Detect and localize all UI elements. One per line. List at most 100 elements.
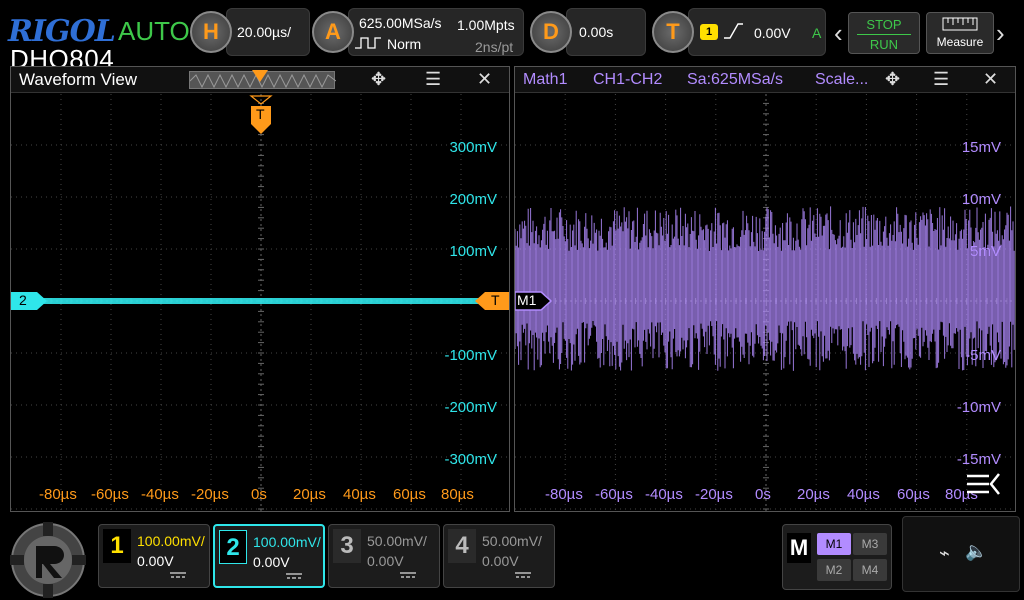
math-view-header: Math1 CH1-CH2 Sa:625MSa/s Scale... ✥ ☰ ✕ xyxy=(515,67,1015,93)
x-label: 20µs xyxy=(797,486,830,503)
acquire-key[interactable]: A xyxy=(312,11,354,53)
delay-pill[interactable]: 0.00s xyxy=(566,8,646,56)
math-title: Math1 xyxy=(523,71,568,88)
stop-run-button[interactable]: STOP RUN xyxy=(848,12,920,54)
y-label-neg200mv: -200mV xyxy=(444,399,497,416)
x-label: -60µs xyxy=(91,486,129,503)
channel-2-box[interactable]: 2 100.00mV/0.00V xyxy=(213,524,325,588)
math-scale-label[interactable]: Scale... xyxy=(815,71,868,89)
acquire-pill[interactable]: 625.00MSa/s 1.00Mpts Norm 2ns/pt xyxy=(348,8,524,56)
y-label-neg300mv: -300mV xyxy=(444,451,497,468)
m1-marker-label: M1 xyxy=(517,292,537,308)
delay-value: 0.00s xyxy=(579,24,614,40)
m2-button[interactable]: M2 xyxy=(817,559,851,581)
bottom-toolbar: 1 100.00mV/0.00V 2 100.00mV/0.00V 3 50.00mV/0… xyxy=(0,516,1024,600)
waveform-grid xyxy=(11,94,509,512)
dc-coupling-icon xyxy=(400,572,416,578)
auto-button[interactable]: AUTO xyxy=(118,16,190,47)
math-operation: CH1-CH2 xyxy=(593,71,663,88)
x-label: -80µs xyxy=(545,486,583,503)
y-label-5mv: 5mV xyxy=(970,243,1001,260)
measure-label: Measure xyxy=(936,35,984,49)
x-label: -40µs xyxy=(645,486,683,503)
trigger-position-icon[interactable] xyxy=(251,69,269,83)
y-label-200mv: 200mV xyxy=(449,191,497,208)
math-plot[interactable]: M1 15mV 10mV 5mV -5mV -10mV -15mV -80µs … xyxy=(515,94,1015,512)
channel-4-box[interactable]: 4 50.00mV/0.00V xyxy=(443,524,555,588)
sample-rate: 625.00MSa/s xyxy=(359,15,442,31)
channel-number: 1 xyxy=(103,529,131,563)
trigger-coupling: A xyxy=(812,25,822,41)
gear-logo-icon[interactable] xyxy=(6,520,90,600)
dc-coupling-icon xyxy=(170,572,186,578)
pulse-icon xyxy=(355,37,381,49)
measure-button[interactable]: Measure xyxy=(926,12,994,54)
y-label-neg5mv: -5mV xyxy=(965,347,1001,364)
close-icon[interactable]: ✕ xyxy=(983,69,998,90)
y-label-neg15mv: -15mV xyxy=(956,451,1001,468)
horizontal-key[interactable]: H xyxy=(190,11,232,53)
x-label: 0s xyxy=(755,486,771,503)
waveform-view-pane: Waveform View ✥ ☰ ✕ T 2 T 300mV 200mV 10… xyxy=(10,66,510,512)
x-label: 60µs xyxy=(393,486,426,503)
trigger-level: 0.00V xyxy=(754,25,791,41)
waveform-view-header: Waveform View ✥ ☰ ✕ xyxy=(11,67,509,93)
x-label: -80µs xyxy=(39,486,77,503)
x-label: -20µs xyxy=(695,486,733,503)
x-label: 0s xyxy=(251,486,267,503)
resolution: 2ns/pt xyxy=(475,39,514,55)
math-panel[interactable]: M M1 M3 M2 M4 xyxy=(782,524,892,590)
x-label: -40µs xyxy=(141,486,179,503)
dc-coupling-icon xyxy=(515,572,531,578)
math-waveform xyxy=(515,206,1015,371)
channel-scale: 100.00mV/ xyxy=(253,534,321,550)
trigger-marker-label: T xyxy=(256,106,265,122)
drag-pointer-icon[interactable]: ✥ xyxy=(371,69,386,90)
math-view-pane: Math1 CH1-CH2 Sa:625MSa/s Scale... ✥ ☰ ✕… xyxy=(514,66,1016,512)
y-label-100mv: 100mV xyxy=(449,243,497,260)
x-label: 60µs xyxy=(897,486,930,503)
status-area: ⌁ 🔈 xyxy=(902,516,1020,592)
x-label: 80µs xyxy=(441,486,474,503)
chevron-right-icon[interactable]: › xyxy=(996,18,1005,49)
y-label-300mv: 300mV xyxy=(449,139,497,156)
m3-button[interactable]: M3 xyxy=(853,533,887,555)
trigger-mode: Norm xyxy=(387,36,422,52)
y-label-neg10mv: -10mV xyxy=(956,399,1001,416)
m4-button[interactable]: M4 xyxy=(853,559,887,581)
y-label-neg100mv: -100mV xyxy=(444,347,497,364)
channel-1-box[interactable]: 1 100.00mV/0.00V xyxy=(98,524,210,588)
channel-scale: 50.00mV/ xyxy=(367,533,427,549)
waveform-plot[interactable]: T 2 T 300mV 200mV 100mV -100mV -200mV -3… xyxy=(11,94,509,512)
menu-icon[interactable]: ☰ xyxy=(425,69,441,90)
ruler-icon xyxy=(942,17,978,31)
horizontal-pill[interactable]: 20.00µs/ xyxy=(226,8,310,56)
delay-key[interactable]: D xyxy=(530,11,572,53)
stop-label: STOP xyxy=(866,17,902,32)
close-icon[interactable]: ✕ xyxy=(477,69,492,90)
trigger-key[interactable]: T xyxy=(652,11,694,53)
channel-number: 2 xyxy=(219,530,247,564)
speaker-mute-icon[interactable]: 🔈 xyxy=(965,541,987,562)
trigger-level-label: T xyxy=(491,292,500,308)
math-sample-rate: Sa:625MSa/s xyxy=(687,71,784,88)
x-label: 40µs xyxy=(847,486,880,503)
channel-number: 4 xyxy=(448,529,476,563)
dc-coupling-icon xyxy=(286,573,302,579)
channel-3-box[interactable]: 3 50.00mV/0.00V xyxy=(328,524,440,588)
x-label: -60µs xyxy=(595,486,633,503)
pane-title: Waveform View xyxy=(19,70,138,89)
drag-pointer-icon[interactable]: ✥ xyxy=(885,69,900,90)
trigger-source-badge: 1 xyxy=(700,24,718,40)
collapse-menu-icon[interactable] xyxy=(963,470,1003,500)
y-label-10mv: 10mV xyxy=(961,191,1001,208)
chevron-left-icon[interactable]: ‹ xyxy=(834,18,843,49)
usb-icon: ⌁ xyxy=(939,543,950,563)
m1-button[interactable]: M1 xyxy=(817,533,851,555)
menu-icon[interactable]: ☰ xyxy=(933,69,949,90)
math-key[interactable]: M xyxy=(787,533,811,563)
channel-offset: 0.00V xyxy=(482,553,519,569)
ch2-marker[interactable] xyxy=(11,291,49,311)
channel-offset: 0.00V xyxy=(367,553,404,569)
x-label: -20µs xyxy=(191,486,229,503)
